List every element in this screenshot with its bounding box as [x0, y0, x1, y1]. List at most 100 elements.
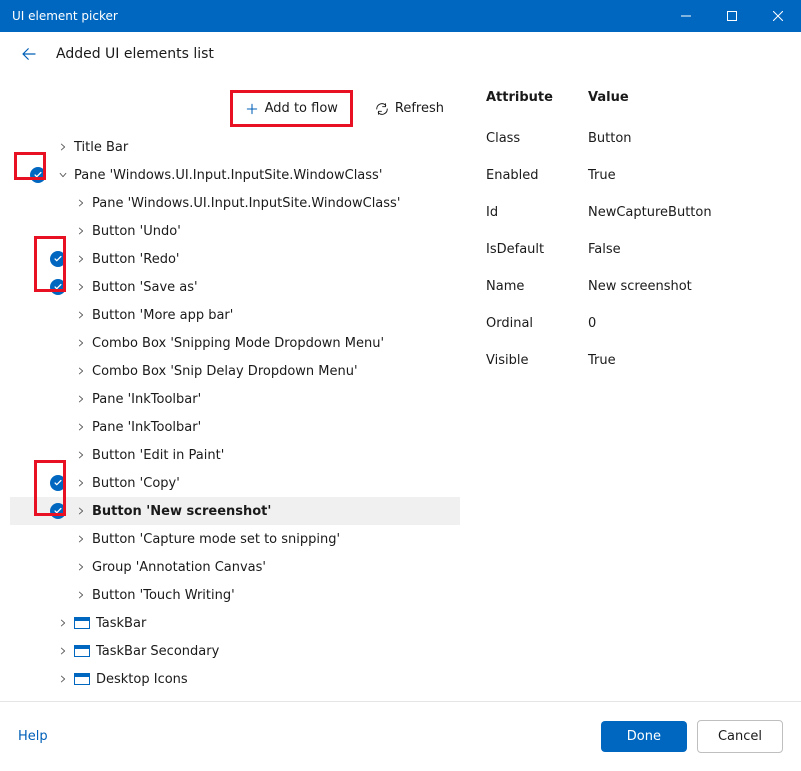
tree-row[interactable]: Button 'Capture mode set to snipping': [10, 525, 460, 553]
chevron-right-icon[interactable]: [56, 142, 70, 152]
tree-row[interactable]: TaskBar: [10, 609, 460, 637]
chevron-down-icon[interactable]: [56, 170, 70, 180]
tree-row[interactable]: Button 'Copy': [10, 469, 460, 497]
chevron-right-icon[interactable]: [74, 478, 88, 488]
chevron-right-icon[interactable]: [74, 422, 88, 432]
checked-icon: [50, 251, 66, 267]
tree-item-label: Button 'Touch Writing': [92, 588, 235, 603]
refresh-label: Refresh: [395, 101, 444, 116]
chevron-right-icon[interactable]: [74, 506, 88, 516]
attr-key: Visible: [482, 343, 582, 378]
toolbar: Add to flow Refresh: [10, 80, 460, 133]
refresh-button[interactable]: Refresh: [365, 95, 454, 122]
attr-row: EnabledTrue: [482, 158, 789, 193]
tree-item-label: Button 'Save as': [92, 280, 198, 295]
attr-row: IdNewCaptureButton: [482, 195, 789, 230]
tree-pane[interactable]: Add to flow Refresh Title Bar Pane 'Windo…: [0, 76, 460, 691]
tree-row[interactable]: Pane 'Windows.UI.Input.InputSite.WindowC…: [10, 161, 460, 189]
chevron-right-icon[interactable]: [56, 618, 70, 628]
add-to-flow-label: Add to flow: [265, 101, 338, 116]
tree-row[interactable]: Desktop Icons: [10, 665, 460, 691]
minimize-button[interactable]: [663, 0, 709, 32]
tree-row[interactable]: Button 'Redo': [10, 245, 460, 273]
attr-value: NewCaptureButton: [584, 195, 789, 230]
checked-icon: [50, 503, 66, 519]
add-to-flow-button[interactable]: Add to flow: [235, 95, 348, 122]
chevron-right-icon[interactable]: [74, 590, 88, 600]
chevron-right-icon[interactable]: [74, 450, 88, 460]
attr-key: IsDefault: [482, 232, 582, 267]
chevron-right-icon[interactable]: [74, 534, 88, 544]
tree-row[interactable]: Button 'Touch Writing': [10, 581, 460, 609]
attr-row: IsDefaultFalse: [482, 232, 789, 267]
chevron-right-icon[interactable]: [74, 338, 88, 348]
window-title: UI element picker: [12, 9, 118, 23]
tree-row[interactable]: Group 'Annotation Canvas': [10, 553, 460, 581]
attr-row: ClassButton: [482, 121, 789, 156]
attr-key: Ordinal: [482, 306, 582, 341]
tree-row[interactable]: Combo Box 'Snipping Mode Dropdown Menu': [10, 329, 460, 357]
chevron-right-icon[interactable]: [74, 366, 88, 376]
checked-icon: [50, 475, 66, 491]
tree-row[interactable]: Pane 'InkToolbar': [10, 385, 460, 413]
tree-item-label: Button 'Edit in Paint': [92, 448, 224, 463]
attr-header-key: Attribute: [482, 82, 582, 119]
attributes-pane: Attribute Value ClassButtonEnabledTrueId…: [460, 76, 801, 691]
chevron-right-icon[interactable]: [74, 198, 88, 208]
title-bar: UI element picker: [0, 0, 801, 32]
tree-row[interactable]: Pane 'Windows.UI.Input.InputSite.WindowC…: [10, 189, 460, 217]
tree-item-label: Title Bar: [74, 140, 128, 155]
page-title: Added UI elements list: [56, 46, 214, 62]
chevron-right-icon[interactable]: [74, 394, 88, 404]
tree-item-label: Pane 'Windows.UI.Input.InputSite.WindowC…: [92, 196, 400, 211]
tree-item-label: Pane 'Windows.UI.Input.InputSite.WindowC…: [74, 168, 382, 183]
tree-row[interactable]: Button 'Save as': [10, 273, 460, 301]
tree-row[interactable]: Button 'Undo': [10, 217, 460, 245]
attr-key: Id: [482, 195, 582, 230]
attr-header-val: Value: [584, 82, 789, 119]
tree-item-label: Combo Box 'Snipping Mode Dropdown Menu': [92, 336, 384, 351]
window-icon: [74, 645, 90, 657]
tree-item-label: Button 'New screenshot': [92, 504, 271, 519]
attr-value: New screenshot: [584, 269, 789, 304]
done-button[interactable]: Done: [601, 721, 687, 752]
attr-value: False: [584, 232, 789, 267]
attr-key: Enabled: [482, 158, 582, 193]
tree-item-label: Pane 'InkToolbar': [92, 392, 201, 407]
chevron-right-icon[interactable]: [56, 674, 70, 684]
chevron-right-icon[interactable]: [74, 254, 88, 264]
tree-item-label: TaskBar: [96, 616, 146, 631]
tree-item-label: Group 'Annotation Canvas': [92, 560, 266, 575]
cancel-button[interactable]: Cancel: [697, 720, 783, 753]
close-button[interactable]: [755, 0, 801, 32]
refresh-icon: [375, 102, 389, 116]
tree-item-label: Combo Box 'Snip Delay Dropdown Menu': [92, 364, 358, 379]
plus-icon: [245, 102, 259, 116]
chevron-right-icon[interactable]: [74, 226, 88, 236]
attr-value: True: [584, 343, 789, 378]
tree-row[interactable]: Button 'Edit in Paint': [10, 441, 460, 469]
window-icon: [74, 673, 90, 685]
tree-row[interactable]: Combo Box 'Snip Delay Dropdown Menu': [10, 357, 460, 385]
tree-item-label: Desktop Icons: [96, 672, 188, 687]
chevron-right-icon[interactable]: [56, 646, 70, 656]
footer: Help Done Cancel: [0, 701, 801, 771]
window-icon: [74, 617, 90, 629]
chevron-right-icon[interactable]: [74, 282, 88, 292]
tree-item-label: Button 'More app bar': [92, 308, 233, 323]
checked-icon: [50, 279, 66, 295]
tree-row[interactable]: Button 'More app bar': [10, 301, 460, 329]
attr-row: NameNew screenshot: [482, 269, 789, 304]
tree-item-label: TaskBar Secondary: [96, 644, 219, 659]
maximize-button[interactable]: [709, 0, 755, 32]
tree-item-label: Pane 'InkToolbar': [92, 420, 201, 435]
tree-row[interactable]: Button 'New screenshot': [10, 497, 460, 525]
chevron-right-icon[interactable]: [74, 562, 88, 572]
attr-value: Button: [584, 121, 789, 156]
tree-row[interactable]: Pane 'InkToolbar': [10, 413, 460, 441]
help-link[interactable]: Help: [18, 729, 48, 744]
tree-row[interactable]: TaskBar Secondary: [10, 637, 460, 665]
back-arrow-icon[interactable]: [20, 45, 38, 63]
tree-row[interactable]: Title Bar: [10, 133, 460, 161]
chevron-right-icon[interactable]: [74, 310, 88, 320]
